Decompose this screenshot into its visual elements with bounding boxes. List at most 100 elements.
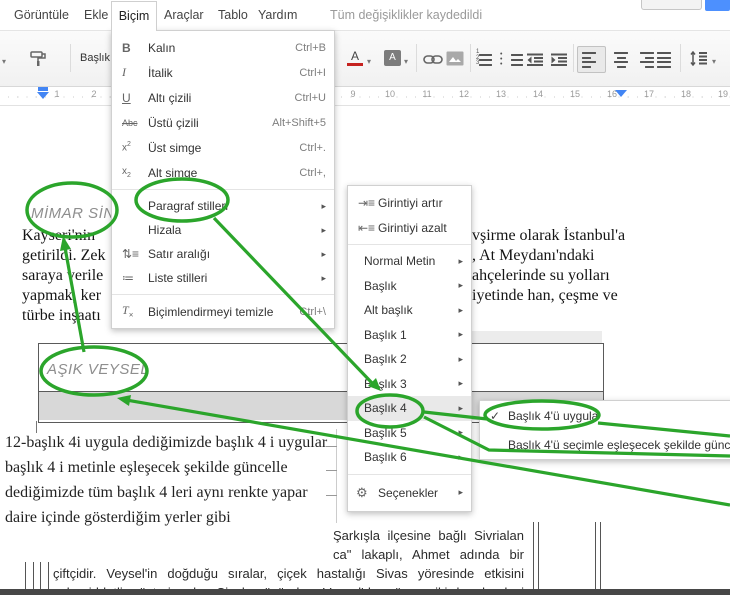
submenu-arrow-icon: ▸ <box>458 280 463 291</box>
thick-table-border <box>0 589 730 595</box>
submenu-arrow-icon: ▸ <box>458 378 463 389</box>
left-indent-marker[interactable] <box>37 92 49 99</box>
ruler-number: 19 <box>717 89 729 99</box>
decrease-indent-icon[interactable] <box>527 53 544 66</box>
document-text-line: dediğimizde tüm başlık 4 leri aynı renkt… <box>5 484 308 501</box>
document-text-line: 12-başlık 4i uygula dediğimizde başlık 4… <box>5 434 328 451</box>
comments-button[interactable] <box>641 0 702 10</box>
menu-item-hizala[interactable]: Hizala ▸ <box>112 218 334 242</box>
text-color-icon[interactable]: A <box>347 50 363 66</box>
align-left-icon[interactable] <box>582 51 602 69</box>
menu-item-normal-metin[interactable]: Normal Metin ▸ <box>348 249 471 274</box>
menu-item-baslik-4[interactable]: Başlık 4 ▸ <box>348 396 471 421</box>
ruler-number: 1 <box>54 89 60 99</box>
shaded-cell-fragment <box>470 331 602 343</box>
table-border-line <box>600 522 601 589</box>
ruler-number: 10 <box>384 89 396 99</box>
indent-increase-icon: ⇥≡ <box>358 195 376 210</box>
menu-item-alt-simge[interactable]: x2 Alt simge Ctrl+, <box>112 160 334 185</box>
submenu-arrow-icon: ▸ <box>458 402 463 413</box>
check-icon: ✓ <box>490 408 501 423</box>
menu-araclar[interactable]: Araçlar <box>164 0 204 30</box>
increase-indent-icon[interactable] <box>551 53 568 66</box>
numbered-list-icon[interactable] <box>479 51 499 69</box>
insert-image-icon[interactable] <box>446 51 464 66</box>
menu-item-girintiyi-artir[interactable]: ⇥≡ Girintiyi artır <box>348 190 471 215</box>
text-color-caret-icon[interactable]: ▾ <box>367 57 371 66</box>
first-line-indent-marker[interactable] <box>38 87 48 91</box>
document-text-line: getirildi. Zek <box>22 247 106 264</box>
menu-item-liste-stilleri[interactable]: ≔ Liste stilleri ▸ <box>112 266 334 290</box>
bold-icon: B <box>122 40 131 55</box>
menu-goruntule[interactable]: Görüntüle <box>14 0 69 30</box>
menu-item-kalin[interactable]: B Kalın Ctrl+B <box>112 35 334 60</box>
menu-bar: Görüntüle Ekle Araçlar Tablo Yardım Tüm … <box>0 0 730 30</box>
paint-format-icon[interactable] <box>30 49 48 67</box>
submenu-arrow-icon: ▸ <box>458 427 463 438</box>
underline-icon: U <box>122 90 131 105</box>
menu-item-baslik-6[interactable]: Başlık 6 ▸ <box>348 445 471 470</box>
document-text-line: Kayseri'nin <box>22 227 96 244</box>
document-text-line: türbe inşaatı <box>22 307 101 324</box>
insert-link-icon[interactable] <box>423 52 443 66</box>
submenu-arrow-icon: ▸ <box>458 353 463 364</box>
toolbar-overflow-caret-icon[interactable]: ▾ <box>2 57 6 66</box>
menu-item-alti-cizili[interactable]: U Altı çizili Ctrl+U <box>112 85 334 110</box>
ruler[interactable]: 12345678910111213141516171819 <box>0 85 730 106</box>
menu-item-secenekler[interactable]: ⚙ Seçenekler ▸ <box>348 479 471 507</box>
ruler-number: 16 <box>606 89 618 99</box>
numbered-list-digits: 123 <box>476 49 480 66</box>
menu-item-baslik4-uygula[interactable]: ✓ Başlık 4'ü uygula <box>480 401 730 430</box>
align-justify-icon[interactable] <box>657 51 677 69</box>
align-right-icon[interactable] <box>634 51 654 69</box>
align-center-icon[interactable] <box>611 51 631 69</box>
ruler-number: 11 <box>422 89 432 99</box>
menu-item-baslik4-guncelle[interactable]: Başlık 4'ü seçimle eşleşecek şekilde gün… <box>480 430 730 459</box>
document-text-line: saraya verile <box>22 267 104 284</box>
document-text-line: başlık 4 i metinle eşleşecek şekilde gün… <box>5 459 288 476</box>
menu-separator <box>348 244 471 245</box>
toolbar-separator <box>680 44 681 72</box>
heading-asik-veysel: AŞIK VEYSEL <box>47 361 150 378</box>
google-docs-window: Görüntüle Ekle Araçlar Tablo Yardım Tüm … <box>0 0 730 595</box>
menu-item-baslik[interactable]: Başlık ▸ <box>348 274 471 299</box>
ruler-number: 12 <box>458 89 470 99</box>
gear-icon: ⚙ <box>356 484 368 500</box>
menu-item-baslik-5[interactable]: Başlık 5 ▸ <box>348 421 471 446</box>
highlight-color-icon[interactable]: A <box>384 50 401 66</box>
menu-bicim[interactable]: Biçim <box>111 1 157 31</box>
table-border-stub <box>35 421 37 433</box>
menu-item-baslik-3[interactable]: Başlık 3 ▸ <box>348 372 471 397</box>
menu-tablo[interactable]: Tablo <box>218 0 248 30</box>
highlight-color-caret-icon[interactable]: ▾ <box>404 57 408 66</box>
line-spacing-icon[interactable] <box>690 51 708 66</box>
document-text-line: iyetinde han, çeşme ve <box>472 287 618 304</box>
submenu-arrow-icon: ▸ <box>321 224 326 235</box>
menu-item-baslik-1[interactable]: Başlık 1 ▸ <box>348 323 471 348</box>
menu-item-italik[interactable]: I İtalik Ctrl+I <box>112 60 334 85</box>
share-button[interactable] <box>705 0 730 11</box>
menu-item-girintiyi-azalt[interactable]: ⇤≡ Girintiyi azalt <box>348 215 471 240</box>
table-border-line <box>538 522 539 589</box>
subscript-icon: x2 <box>122 166 131 179</box>
submenu-arrow-icon: ▸ <box>458 451 463 462</box>
table-border-line <box>33 562 34 589</box>
document-text-line: daire içinde gösterdiğim yerler gibi <box>5 509 231 526</box>
ruler-number: 14 <box>532 89 544 99</box>
submenu-arrow-icon: ▸ <box>458 329 463 340</box>
menu-item-paragraf-stilleri[interactable]: Paragraf stilleri ▸ <box>112 194 334 218</box>
menu-yardim[interactable]: Yardım <box>258 0 297 30</box>
document-text-line: , At Meydanı'ndaki <box>472 247 595 264</box>
menu-item-baslik-2[interactable]: Başlık 2 ▸ <box>348 347 471 372</box>
menu-item-satir-araligi[interactable]: ⇅≡ Satır aralığı ▸ <box>112 242 334 266</box>
bulleted-list-icon[interactable] <box>503 51 523 69</box>
cell-border-line <box>336 429 337 523</box>
table-border-line <box>595 522 596 589</box>
menu-ekle[interactable]: Ekle <box>84 0 108 30</box>
menu-item-ustu-cizili[interactable]: Abc Üstü çizili Alt+Shift+5 <box>112 110 334 135</box>
menu-item-bicimlendirmeyi-temizle[interactable]: T× Biçimlendirmeyi temizle Ctrl+\ <box>112 299 334 324</box>
ruler-number: 9 <box>350 89 356 99</box>
menu-item-ust-simge[interactable]: x2 Üst simge Ctrl+. <box>112 135 334 160</box>
line-spacing-caret-icon[interactable]: ▾ <box>712 57 716 66</box>
menu-item-alt-baslik[interactable]: Alt başlık ▸ <box>348 298 471 323</box>
